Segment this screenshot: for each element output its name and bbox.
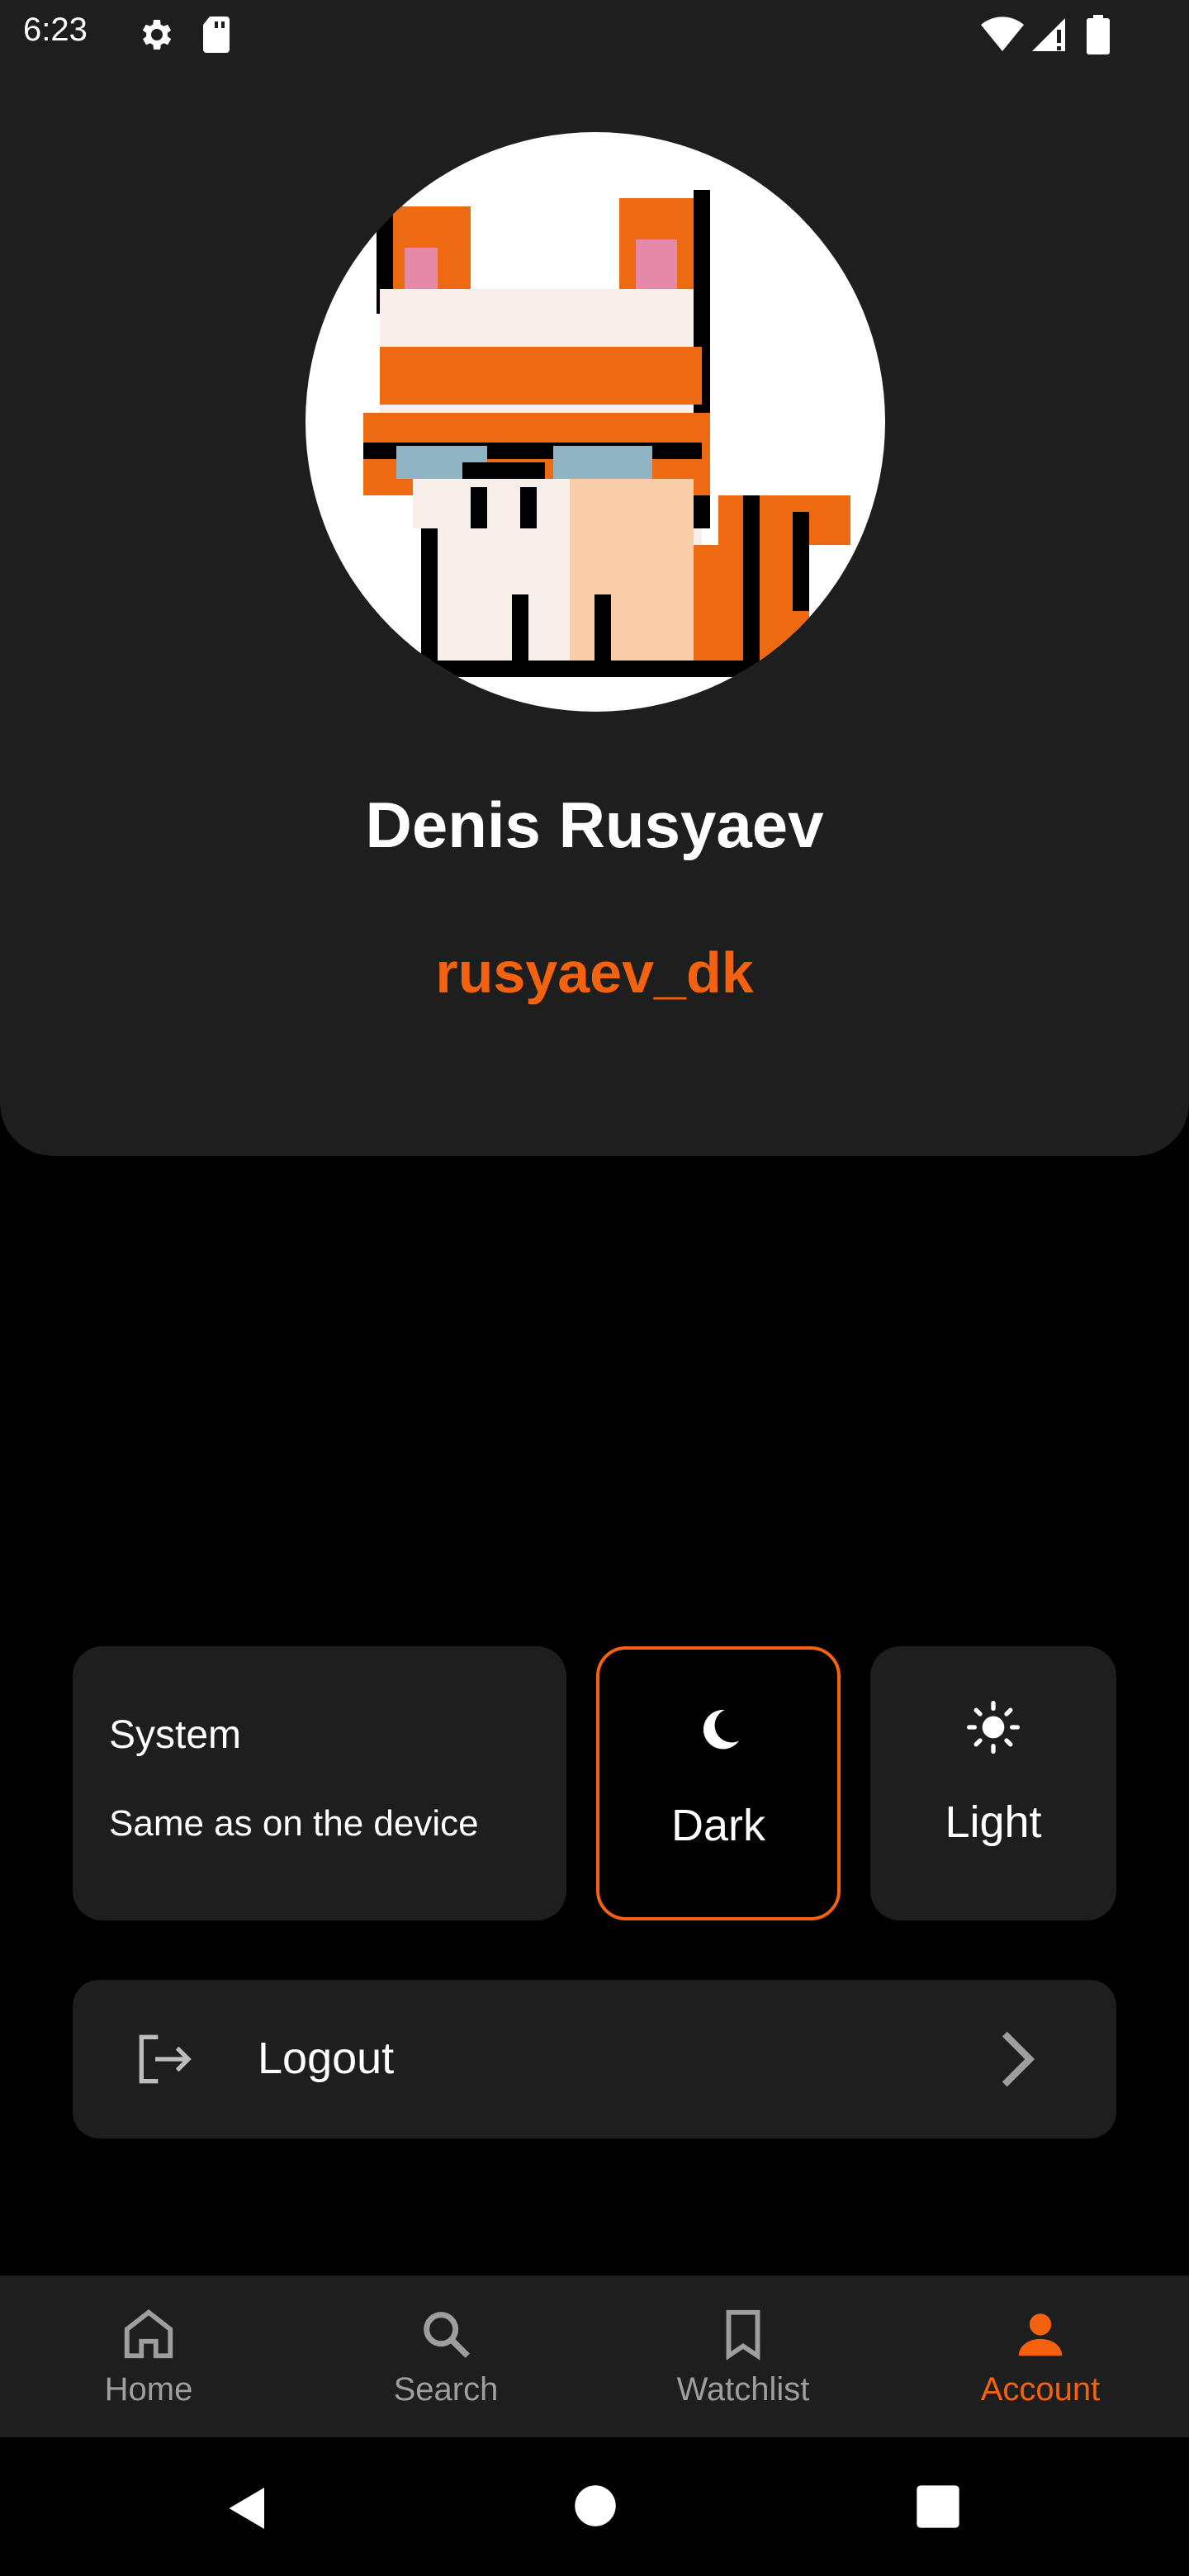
theme-light-label: Light xyxy=(945,1797,1042,1847)
search-icon xyxy=(297,2305,594,2363)
nav-item-search[interactable]: Search xyxy=(297,2275,594,2437)
nav-label-search: Search xyxy=(393,2371,499,2408)
profile-username: rusyaev_dk xyxy=(435,940,754,1005)
theme-system-title: System xyxy=(109,1713,242,1757)
logout-button[interactable]: Logout xyxy=(73,1980,1116,2138)
sun-icon xyxy=(870,1701,1116,1759)
nav-label-account: Account xyxy=(980,2371,1101,2408)
battery-icon xyxy=(1087,15,1110,54)
nav-item-watchlist[interactable]: Watchlist xyxy=(594,2275,892,2437)
signal-icon xyxy=(1032,18,1065,51)
back-icon[interactable] xyxy=(223,2484,272,2533)
bottom-navigation: Home Search Watchlist Account xyxy=(0,2275,1189,2437)
theme-dark-option[interactable]: Dark xyxy=(596,1646,841,1920)
moon-icon xyxy=(599,1704,837,1762)
bookmark-icon xyxy=(594,2305,892,2363)
status-bar: 6:23 xyxy=(0,0,1189,71)
status-time: 6:23 xyxy=(23,12,88,48)
system-navigation-bar xyxy=(0,2437,1189,2576)
logout-icon xyxy=(139,2034,192,2084)
nav-label-home: Home xyxy=(104,2371,193,2408)
nav-item-home[interactable]: Home xyxy=(0,2275,297,2437)
avatar[interactable] xyxy=(306,132,885,712)
nav-item-account[interactable]: Account xyxy=(892,2275,1189,2437)
theme-system-subtitle: Same as on the device xyxy=(109,1803,479,1844)
gear-icon xyxy=(142,20,172,50)
chevron-right-icon xyxy=(1002,2031,1035,2087)
pixel-cat-image xyxy=(363,190,850,677)
wifi-icon xyxy=(981,17,1024,51)
recents-icon[interactable] xyxy=(915,2484,961,2530)
theme-system-option[interactable]: System Same as on the device xyxy=(73,1646,566,1920)
nav-label-watchlist: Watchlist xyxy=(676,2371,810,2408)
theme-dark-label: Dark xyxy=(670,1801,765,1850)
profile-name: Denis Rusyaev xyxy=(365,788,824,861)
profile-card: Denis Rusyaev rusyaev_dk xyxy=(0,71,1189,1156)
home-icon xyxy=(0,2305,297,2363)
home-circle-icon[interactable] xyxy=(573,2484,618,2528)
theme-light-option[interactable]: Light xyxy=(870,1646,1116,1920)
sd-card-icon xyxy=(203,17,230,53)
person-icon xyxy=(892,2305,1189,2363)
logout-label: Logout xyxy=(258,2034,395,2083)
